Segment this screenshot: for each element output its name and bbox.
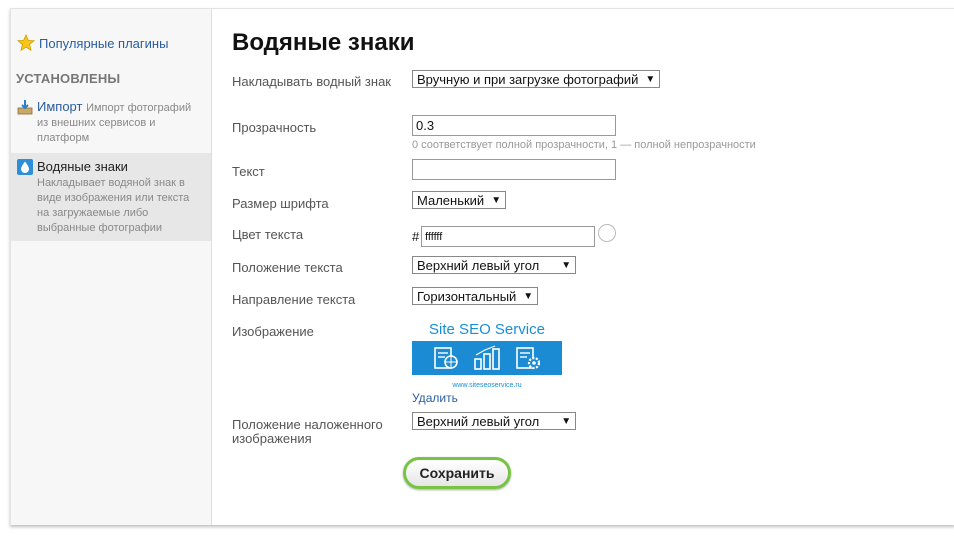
sidebar-item-description: Импорт фотографий	[86, 102, 192, 114]
watermark-icons-band	[412, 341, 562, 375]
text-direction-select[interactable]: Горизонтальный ▼	[412, 287, 539, 305]
text-color-label: Цвет текста	[232, 227, 304, 242]
sidebar-item-title: Водяные знаки	[37, 159, 128, 174]
select-value: Верхний левый угол	[417, 257, 540, 273]
star-icon	[17, 34, 35, 52]
delete-image-link[interactable]: Удалить	[412, 391, 458, 405]
opacity-label: Прозрачность	[232, 120, 317, 135]
main-content: Водяные знаки Накладывать водный знак Вр…	[232, 9, 932, 525]
sidebar-item-description-rest: из внешних сервисов и платформ	[37, 117, 156, 144]
import-icon	[17, 100, 33, 115]
document-globe-icon	[434, 347, 458, 369]
save-button[interactable]: Сохранить	[403, 457, 511, 489]
opacity-input[interactable]: 0.3	[412, 115, 616, 136]
sidebar-item-import[interactable]: Импорт Импорт фотографий из внешних серв…	[11, 93, 211, 152]
text-input[interactable]	[412, 159, 616, 180]
text-position-select[interactable]: Верхний левый угол ▼	[412, 256, 577, 274]
image-position-select[interactable]: Верхний левый угол ▼	[412, 412, 577, 430]
document-gear-icon	[516, 347, 541, 370]
font-size-select[interactable]: Маленький ▼	[412, 191, 507, 209]
water-drop-icon	[17, 159, 33, 175]
text-position-label: Положение текста	[232, 260, 343, 275]
hash-prefix: #	[412, 229, 420, 244]
watermark-image-preview: Site SEO Service www.siteseoservice.ru	[412, 317, 562, 399]
text-color-input[interactable]: ffffff	[421, 226, 595, 247]
sidebar-item-watermarks[interactable]: Водяные знаки Накладывает водяной знак в…	[11, 153, 211, 241]
dropdown-arrow-icon: ▼	[491, 194, 502, 206]
select-value: Верхний левый угол	[417, 413, 540, 429]
watermark-url: www.siteseoservice.ru	[452, 382, 522, 389]
watermark-title: Site SEO Service	[429, 320, 545, 338]
sidebar-item-description: Накладывает водяной знак в виде изображе…	[37, 177, 190, 234]
sidebar-item-title: Импорт	[37, 99, 83, 114]
text-direction-label: Направление текста	[232, 292, 356, 307]
sidebar-item-popular-plugins[interactable]: Популярные плагины	[17, 33, 168, 53]
dropdown-arrow-icon: ▼	[561, 259, 572, 271]
sidebar-item-import-row: Импорт Импорт фотографий	[17, 99, 203, 116]
dropdown-arrow-icon: ▼	[645, 73, 656, 85]
select-value: Маленький	[417, 192, 485, 208]
color-picker-swatch[interactable]	[598, 224, 616, 242]
sidebar-section-heading: УСТАНОВЛЕНЫ	[16, 71, 121, 86]
image-label: Изображение	[232, 324, 314, 339]
apply-watermark-select[interactable]: Вручную и при загрузке фотографий ▼	[412, 70, 661, 88]
sidebar-item-label: Популярные плагины	[39, 35, 169, 51]
dropdown-arrow-icon: ▼	[561, 415, 572, 427]
dropdown-arrow-icon: ▼	[523, 290, 534, 302]
apply-watermark-label: Накладывать водный знак	[232, 74, 391, 89]
select-value: Горизонтальный	[417, 288, 517, 304]
select-value: Вручную и при загрузке фотографий	[417, 71, 639, 87]
sidebar: Популярные плагины УСТАНОВЛЕНЫ Импорт Им…	[11, 9, 212, 525]
opacity-hint: 0 соответствует полной прозрачности, 1 —…	[412, 139, 756, 151]
bar-chart-icon	[474, 345, 500, 370]
text-label: Текст	[232, 164, 265, 179]
page-title: Водяные знаки	[232, 29, 415, 56]
font-size-label: Размер шрифта	[232, 196, 329, 211]
image-position-label: Положение наложенного изображения	[232, 417, 383, 446]
plugin-panel: Популярные плагины УСТАНОВЛЕНЫ Импорт Им…	[10, 8, 954, 525]
